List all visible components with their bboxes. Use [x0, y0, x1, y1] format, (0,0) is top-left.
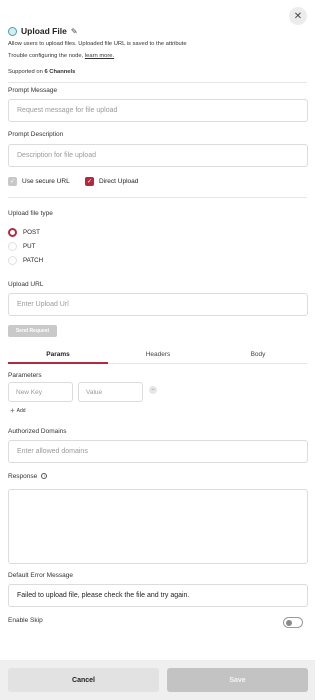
authorized-domains-label: Authorized Domains: [8, 428, 67, 435]
node-header: Upload File ✎: [8, 25, 78, 37]
supported-channels: Supported on 6 Channels: [8, 69, 76, 75]
edit-title-icon[interactable]: ✎: [71, 27, 78, 36]
radio-post-indicator[interactable]: [8, 228, 17, 237]
prompt-message-label: Prompt Message: [8, 87, 58, 94]
prompt-description-input[interactable]: Description for file upload: [8, 144, 308, 167]
secure-url-checkbox[interactable]: ✓: [8, 177, 17, 186]
node-title: Upload File: [21, 26, 67, 36]
prompt-message-input[interactable]: Request message for file upload: [8, 99, 308, 122]
plus-icon: +: [10, 406, 15, 415]
header-divider: [8, 82, 307, 83]
send-request-button[interactable]: Send Request: [8, 325, 57, 337]
param-value-input[interactable]: Value: [78, 382, 143, 402]
radio-patch-indicator[interactable]: [8, 256, 17, 265]
radio-put[interactable]: PUT: [8, 242, 35, 251]
options-divider: [8, 197, 307, 198]
close-button[interactable]: ✕: [289, 7, 307, 25]
prompt-description-label: Prompt Description: [8, 131, 64, 138]
tab-body[interactable]: Body: [208, 347, 308, 362]
error-message-label: Default Error Message: [8, 572, 74, 579]
close-icon: ✕: [293, 10, 303, 22]
info-icon[interactable]: i: [41, 473, 48, 480]
error-message-input[interactable]: Failed to upload file, please check the …: [8, 584, 308, 607]
radio-put-indicator[interactable]: [8, 242, 17, 251]
tab-params[interactable]: Params: [8, 347, 108, 362]
active-tab-indicator: [8, 362, 108, 364]
add-param-button[interactable]: + Add: [10, 407, 26, 415]
authorized-domains-input[interactable]: Enter allowed domains: [8, 440, 308, 463]
tab-headers[interactable]: Headers: [108, 347, 208, 362]
enable-skip-label: Enable Skip: [8, 617, 43, 624]
radio-post[interactable]: POST: [8, 228, 40, 237]
response-label: Response i: [8, 473, 48, 480]
direct-upload-option[interactable]: ✓ Direct Upload: [85, 177, 138, 186]
toggle-knob: [285, 619, 292, 626]
upload-node-icon: [8, 26, 17, 36]
response-textarea[interactable]: [8, 489, 308, 564]
parameters-label: Parameters: [8, 372, 42, 379]
secure-url-option[interactable]: ✓ Use secure URL: [8, 177, 70, 186]
direct-upload-checkbox[interactable]: ✓: [85, 177, 94, 186]
channels-count[interactable]: 6 Channels: [44, 69, 75, 75]
upload-type-label: Upload file type: [8, 210, 53, 217]
node-description: Allow users to upload files. Uploaded fi…: [8, 41, 187, 47]
remove-param-button[interactable]: −: [149, 386, 157, 394]
trouble-text: Trouble configuring the node, learn more…: [8, 53, 115, 59]
upload-url-input[interactable]: Enter Upload Url: [8, 293, 308, 316]
cancel-button[interactable]: Cancel: [8, 668, 159, 692]
save-button[interactable]: Save: [167, 668, 308, 692]
enable-skip-toggle[interactable]: [283, 617, 303, 628]
param-key-input[interactable]: New Key: [8, 382, 73, 402]
learn-more-link[interactable]: learn more.: [85, 53, 114, 59]
radio-patch[interactable]: PATCH: [8, 256, 43, 265]
upload-url-label: Upload URL: [8, 281, 44, 288]
